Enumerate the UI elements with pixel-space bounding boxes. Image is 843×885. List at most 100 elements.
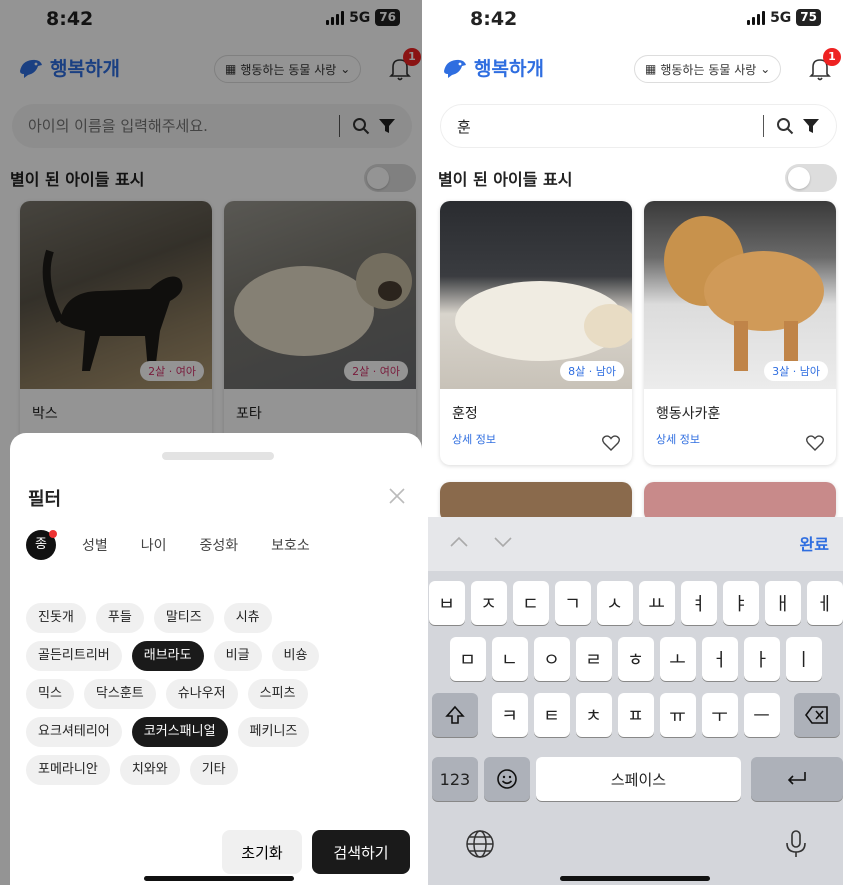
tab-sex[interactable]: 성별 (82, 535, 108, 555)
breed-chip[interactable]: 닥스훈트 (83, 679, 156, 709)
breed-chip[interactable]: 치와와 (119, 755, 180, 785)
breed-chip[interactable]: 스피츠 (247, 679, 308, 709)
battery-icon: 75 (796, 9, 821, 26)
dog-card[interactable]: 3살 · 남아 행동사카훈 상세 정보 (644, 201, 836, 465)
dog-card-partial[interactable] (644, 482, 836, 522)
tab-neuter[interactable]: 중성화 (200, 535, 239, 555)
chevron-down-icon: ⌄ (760, 62, 771, 76)
letter-key[interactable]: ㅌ (533, 693, 570, 737)
filter-tabs: 종 성별 나이 중성화 보호소 (26, 530, 343, 560)
keyboard-done-button[interactable]: 완료 (800, 531, 829, 555)
breed-chip[interactable]: 비숑 (271, 641, 320, 671)
letter-key[interactable]: ㄱ (554, 581, 591, 625)
letter-key[interactable]: ㅈ (470, 581, 507, 625)
backspace-key[interactable] (793, 693, 840, 737)
search-submit-button[interactable]: 검색하기 (312, 830, 410, 874)
letter-key[interactable]: ㅓ (701, 637, 738, 681)
breed-chip[interactable]: 믹스 (26, 679, 74, 709)
keyboard-row-4: 123 스페이스 (428, 757, 843, 801)
dog-photo: 3살 · 남아 (644, 201, 836, 389)
heart-icon[interactable] (602, 435, 620, 451)
breed-chip[interactable]: 말티즈 (153, 603, 214, 633)
letter-key[interactable]: ㅊ (575, 693, 612, 737)
close-icon[interactable] (388, 487, 406, 505)
breed-chip[interactable]: 페키니즈 (237, 717, 310, 747)
keyboard-row-1: ㅂㅈㄷㄱㅅㅛㅕㅑㅐㅔ (428, 581, 843, 625)
letter-key[interactable]: ㅁ (449, 637, 486, 681)
breed-chip[interactable]: 코커스패니얼 (131, 717, 228, 747)
tab-breed[interactable]: 종 (26, 530, 57, 560)
letter-key[interactable]: ㅠ (659, 693, 696, 737)
chevron-up-icon[interactable] (448, 531, 470, 553)
filter-title: 필터 (28, 489, 62, 510)
tab-shelter[interactable]: 보호소 (271, 535, 310, 555)
letter-key[interactable]: ㅛ (638, 581, 675, 625)
breed-chip[interactable]: 시츄 (223, 603, 272, 633)
dog-card[interactable]: 8살 · 남아 훈정 상세 정보 (440, 201, 632, 465)
breed-chip[interactable]: 진돗개 (26, 603, 86, 633)
home-indicator (144, 876, 294, 881)
emoji-key[interactable] (483, 757, 530, 801)
letter-key[interactable]: ㄷ (512, 581, 549, 625)
return-key[interactable] (751, 757, 843, 801)
globe-icon[interactable] (464, 828, 496, 860)
breed-chip[interactable]: 포메라니안 (26, 755, 110, 785)
space-key[interactable]: 스페이스 (535, 757, 742, 801)
breed-chip[interactable]: 래브라도 (131, 641, 204, 671)
dog-name: 행동사카훈 (656, 406, 721, 422)
letter-key[interactable]: ㅔ (806, 581, 843, 625)
breed-chip[interactable]: 비글 (213, 641, 262, 671)
reset-button[interactable]: 초기화 (222, 830, 302, 874)
letter-key[interactable]: ㅅ (596, 581, 633, 625)
app-logo[interactable]: 행복하개 (442, 54, 544, 81)
letter-key[interactable]: ㅕ (680, 581, 717, 625)
dog-name: 훈정 (452, 406, 478, 422)
search-bar (440, 104, 837, 148)
notification-button[interactable]: 1 (808, 48, 841, 82)
breed-chip[interactable]: 슈나우저 (165, 679, 238, 709)
shift-key[interactable] (431, 693, 478, 737)
status-time: 8:42 (470, 8, 518, 30)
breed-chip[interactable]: 요크셔테리어 (26, 717, 122, 747)
heart-icon[interactable] (806, 435, 824, 451)
tab-age[interactable]: 나이 (141, 535, 167, 555)
dog-card-partial[interactable] (440, 482, 632, 522)
left-screen: 8:42 5G 76 행복하개 ▦ 행동하는 동물 사랑 ⌄ 1 별이 된 아이… (0, 0, 422, 885)
active-dot (49, 530, 57, 538)
search-icon[interactable] (776, 117, 794, 135)
breed-chip[interactable]: 푸들 (95, 603, 144, 633)
signal-icon (747, 10, 766, 25)
letter-key[interactable]: ㅜ (701, 693, 738, 737)
letter-key[interactable]: ㅑ (722, 581, 759, 625)
letter-key[interactable]: ㅐ (764, 581, 801, 625)
deceased-toggle-row: 별이 된 아이들 표시 (428, 160, 843, 196)
microphone-icon[interactable] (780, 828, 812, 860)
shift-icon (444, 705, 465, 724)
letter-key[interactable]: ㅍ (617, 693, 654, 737)
chevron-down-icon[interactable] (492, 531, 514, 553)
letter-key[interactable]: ㄴ (491, 637, 528, 681)
breed-chip[interactable]: 기타 (189, 755, 238, 785)
age-sex-badge: 3살 · 남아 (764, 361, 828, 381)
breed-chips: 진돗개 푸들 말티즈 시츄골든리트리버 래브라도 비글 비숑믹스 닥스훈트 슈나우저 스피츠요크셔… (26, 603, 356, 785)
letter-key[interactable]: ㅇ (533, 637, 570, 681)
search-input[interactable] (457, 117, 763, 135)
shelter-select[interactable]: ▦ 행동하는 동물 사랑 ⌄ (634, 55, 782, 83)
letter-key[interactable]: ㅎ (617, 637, 654, 681)
letter-key[interactable]: ㅂ (428, 581, 465, 625)
filter-icon[interactable] (802, 117, 820, 135)
age-sex-badge: 8살 · 남아 (560, 361, 624, 381)
letter-key[interactable]: ㅋ (491, 693, 528, 737)
letter-key[interactable]: ㄹ (575, 637, 612, 681)
sheet-handle[interactable] (162, 452, 274, 460)
deceased-toggle[interactable] (785, 164, 837, 192)
numbers-key[interactable]: 123 (432, 757, 478, 801)
breed-chip[interactable]: 골든리트리버 (26, 641, 122, 671)
emoji-icon (497, 769, 517, 789)
toggle-label: 별이 된 아이들 표시 (438, 170, 573, 189)
network-label: 5G (770, 9, 792, 26)
letter-key[interactable]: ㅏ (743, 637, 780, 681)
letter-key[interactable]: ㅣ (785, 637, 822, 681)
letter-key[interactable]: ㅡ (743, 693, 780, 737)
letter-key[interactable]: ㅗ (659, 637, 696, 681)
